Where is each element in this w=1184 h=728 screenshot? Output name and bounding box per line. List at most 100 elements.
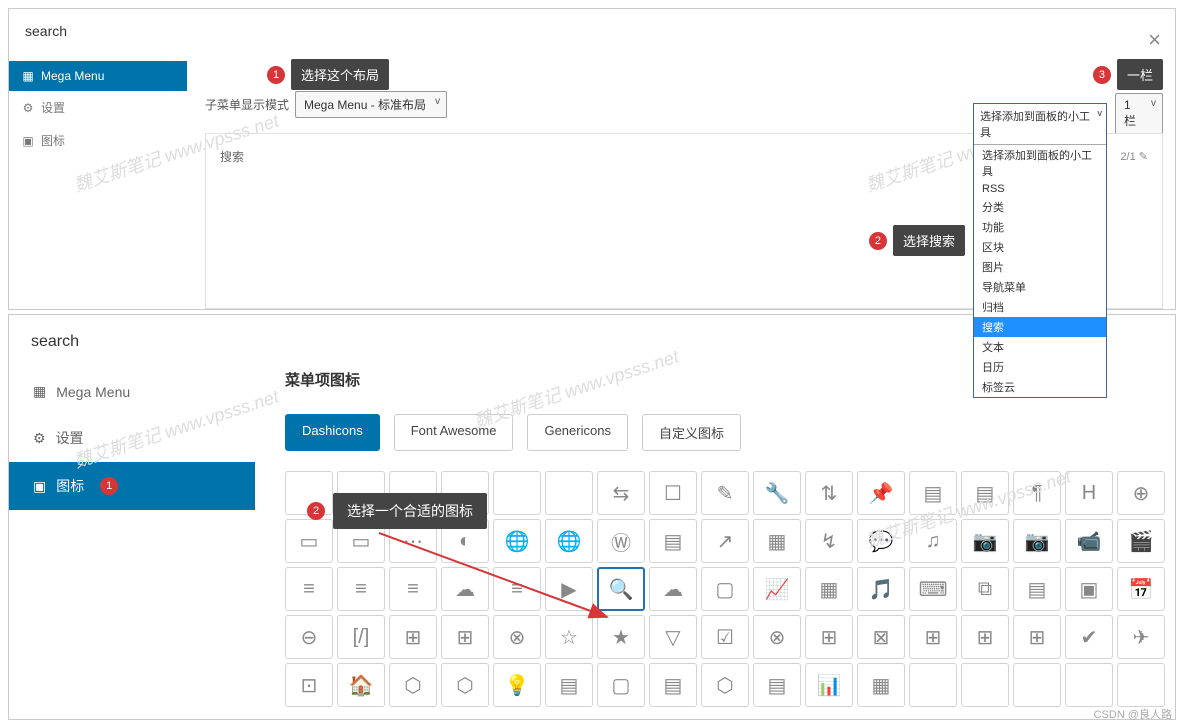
icon-option[interactable]	[545, 471, 593, 515]
icon-option[interactable]: ▤	[961, 471, 1009, 515]
icon-option[interactable]: 🔍	[597, 567, 645, 611]
sidebar-item-icons[interactable]: ▣ 图标 1	[9, 462, 255, 510]
icon-option[interactable]: 🔧	[753, 471, 801, 515]
dropdown-item[interactable]: 归档	[974, 297, 1106, 317]
icon-option[interactable]: ▶	[545, 567, 593, 611]
dropdown-item[interactable]: 分类	[974, 197, 1106, 217]
icon-option[interactable]: ⇆	[597, 471, 645, 515]
icon-option[interactable]: ▣	[1065, 567, 1113, 611]
icon-option[interactable]: ⊞	[1013, 615, 1061, 659]
widget-controls[interactable]: 2/1 ✎	[1120, 150, 1148, 163]
icon-option[interactable]: ↯	[805, 519, 853, 563]
icon-option[interactable]: ▤	[909, 471, 957, 515]
tab-genericons[interactable]: Genericons	[527, 414, 627, 451]
dropdown-item[interactable]: 功能	[974, 217, 1106, 237]
icon-option[interactable]: ▦	[857, 663, 905, 707]
dropdown-selected[interactable]: 选择添加到面板的小工具	[974, 104, 1106, 145]
sidebar-item-icons[interactable]: ▣ 图标	[9, 124, 187, 157]
icon-option[interactable]: ≡	[389, 567, 437, 611]
icon-option[interactable]: H	[1065, 471, 1113, 515]
tab-dashicons[interactable]: Dashicons	[285, 414, 380, 451]
dropdown-item[interactable]: 导航菜单	[974, 277, 1106, 297]
icon-option[interactable]: ⬡	[701, 663, 749, 707]
dropdown-item[interactable]: 日历	[974, 357, 1106, 377]
icon-option[interactable]: ▦	[805, 567, 853, 611]
icon-option[interactable]: ⬡	[389, 663, 437, 707]
icon-option[interactable]	[1065, 663, 1113, 707]
icon-option[interactable]	[961, 663, 1009, 707]
sidebar-item-mega-menu[interactable]: ▦ Mega Menu	[9, 369, 255, 414]
icon-option[interactable]: [/]	[337, 615, 385, 659]
dropdown-item[interactable]: 图片	[974, 257, 1106, 277]
icon-option[interactable]: 📊	[805, 663, 853, 707]
icon-option[interactable]: ★	[597, 615, 645, 659]
icon-option[interactable]: ✔	[1065, 615, 1113, 659]
widget-dropdown-open[interactable]: 选择添加到面板的小工具 选择添加到面板的小工具RSS分类功能区块图片导航菜单归档…	[973, 103, 1107, 398]
icon-option[interactable]: 📷	[961, 519, 1009, 563]
icon-option[interactable]: ≡	[493, 567, 541, 611]
icon-option[interactable]: ✈	[1117, 615, 1165, 659]
icon-option[interactable]	[1117, 663, 1165, 707]
icon-option[interactable]: ▢	[597, 663, 645, 707]
icon-option[interactable]: ☐	[649, 471, 697, 515]
icon-option[interactable]: 🎬	[1117, 519, 1165, 563]
dropdown-item[interactable]: 搜索	[974, 317, 1106, 337]
icon-option[interactable]: ⊞	[389, 615, 437, 659]
dropdown-item[interactable]: 标签云	[974, 377, 1106, 397]
sidebar-item-mega-menu[interactable]: ▦ Mega Menu	[9, 61, 187, 91]
icon-option[interactable]: 🏠	[337, 663, 385, 707]
icon-option[interactable]: Ⓦ	[597, 519, 645, 563]
icon-option[interactable]: ⊡	[285, 663, 333, 707]
layout-select[interactable]: Mega Menu - 标准布局	[295, 91, 447, 118]
dropdown-item[interactable]: 文本	[974, 337, 1106, 357]
icon-option[interactable]: 🎵	[857, 567, 905, 611]
icon-option[interactable]: ▦	[753, 519, 801, 563]
icon-option[interactable]: ▤	[1013, 567, 1061, 611]
icon-option[interactable]: ⇅	[805, 471, 853, 515]
icon-option[interactable]: ☆	[545, 615, 593, 659]
icon-option[interactable]: ⊗	[753, 615, 801, 659]
icon-option[interactable]: ⧉	[961, 567, 1009, 611]
icon-option[interactable]: 🌐	[493, 519, 541, 563]
icon-option[interactable]	[1013, 663, 1061, 707]
icon-option[interactable]: 📈	[753, 567, 801, 611]
icon-option[interactable]: ☁	[649, 567, 697, 611]
close-icon[interactable]: ×	[1148, 27, 1161, 53]
icon-option[interactable]: 📷	[1013, 519, 1061, 563]
icon-option[interactable]: 💡	[493, 663, 541, 707]
icon-option[interactable]: ⊞	[441, 615, 489, 659]
icon-option[interactable]: ☑	[701, 615, 749, 659]
icon-option[interactable]: 📅	[1117, 567, 1165, 611]
icon-option[interactable]: ⊗	[493, 615, 541, 659]
icon-option[interactable]: ▢	[701, 567, 749, 611]
icon-option[interactable]: ≡	[337, 567, 385, 611]
icon-option[interactable]: 💬	[857, 519, 905, 563]
icon-option[interactable]: ¶	[1013, 471, 1061, 515]
icon-option[interactable]: ≡	[285, 567, 333, 611]
icon-option[interactable]: ↗	[701, 519, 749, 563]
icon-option[interactable]: ☁	[441, 567, 489, 611]
column-select[interactable]: 1 栏	[1115, 93, 1163, 134]
icon-option[interactable]: ⊞	[805, 615, 853, 659]
icon-option[interactable]: 📹	[1065, 519, 1113, 563]
icon-option[interactable]: ⊞	[961, 615, 1009, 659]
icon-option[interactable]: ▤	[545, 663, 593, 707]
icon-option[interactable]: ▽	[649, 615, 697, 659]
icon-option[interactable]: ⬡	[441, 663, 489, 707]
dropdown-item[interactable]: RSS	[974, 181, 1106, 197]
icon-option[interactable]	[909, 663, 957, 707]
icon-option[interactable]: ⊞	[909, 615, 957, 659]
icon-option[interactable]: ⊖	[285, 615, 333, 659]
icon-option[interactable]: ♫	[909, 519, 957, 563]
sidebar-item-settings[interactable]: ⚙ 设置	[9, 414, 255, 462]
icon-option[interactable]	[493, 471, 541, 515]
icon-option[interactable]: ⌨	[909, 567, 957, 611]
icon-option[interactable]: 🌐	[545, 519, 593, 563]
sidebar-item-settings[interactable]: ⚙ 设置	[9, 91, 187, 124]
icon-option[interactable]: ✎	[701, 471, 749, 515]
icon-option[interactable]: ⊕	[1117, 471, 1165, 515]
icon-option[interactable]: ⊠	[857, 615, 905, 659]
icon-option[interactable]: ▤	[649, 519, 697, 563]
icon-option[interactable]: ▤	[649, 663, 697, 707]
tab-fontawesome[interactable]: Font Awesome	[394, 414, 514, 451]
